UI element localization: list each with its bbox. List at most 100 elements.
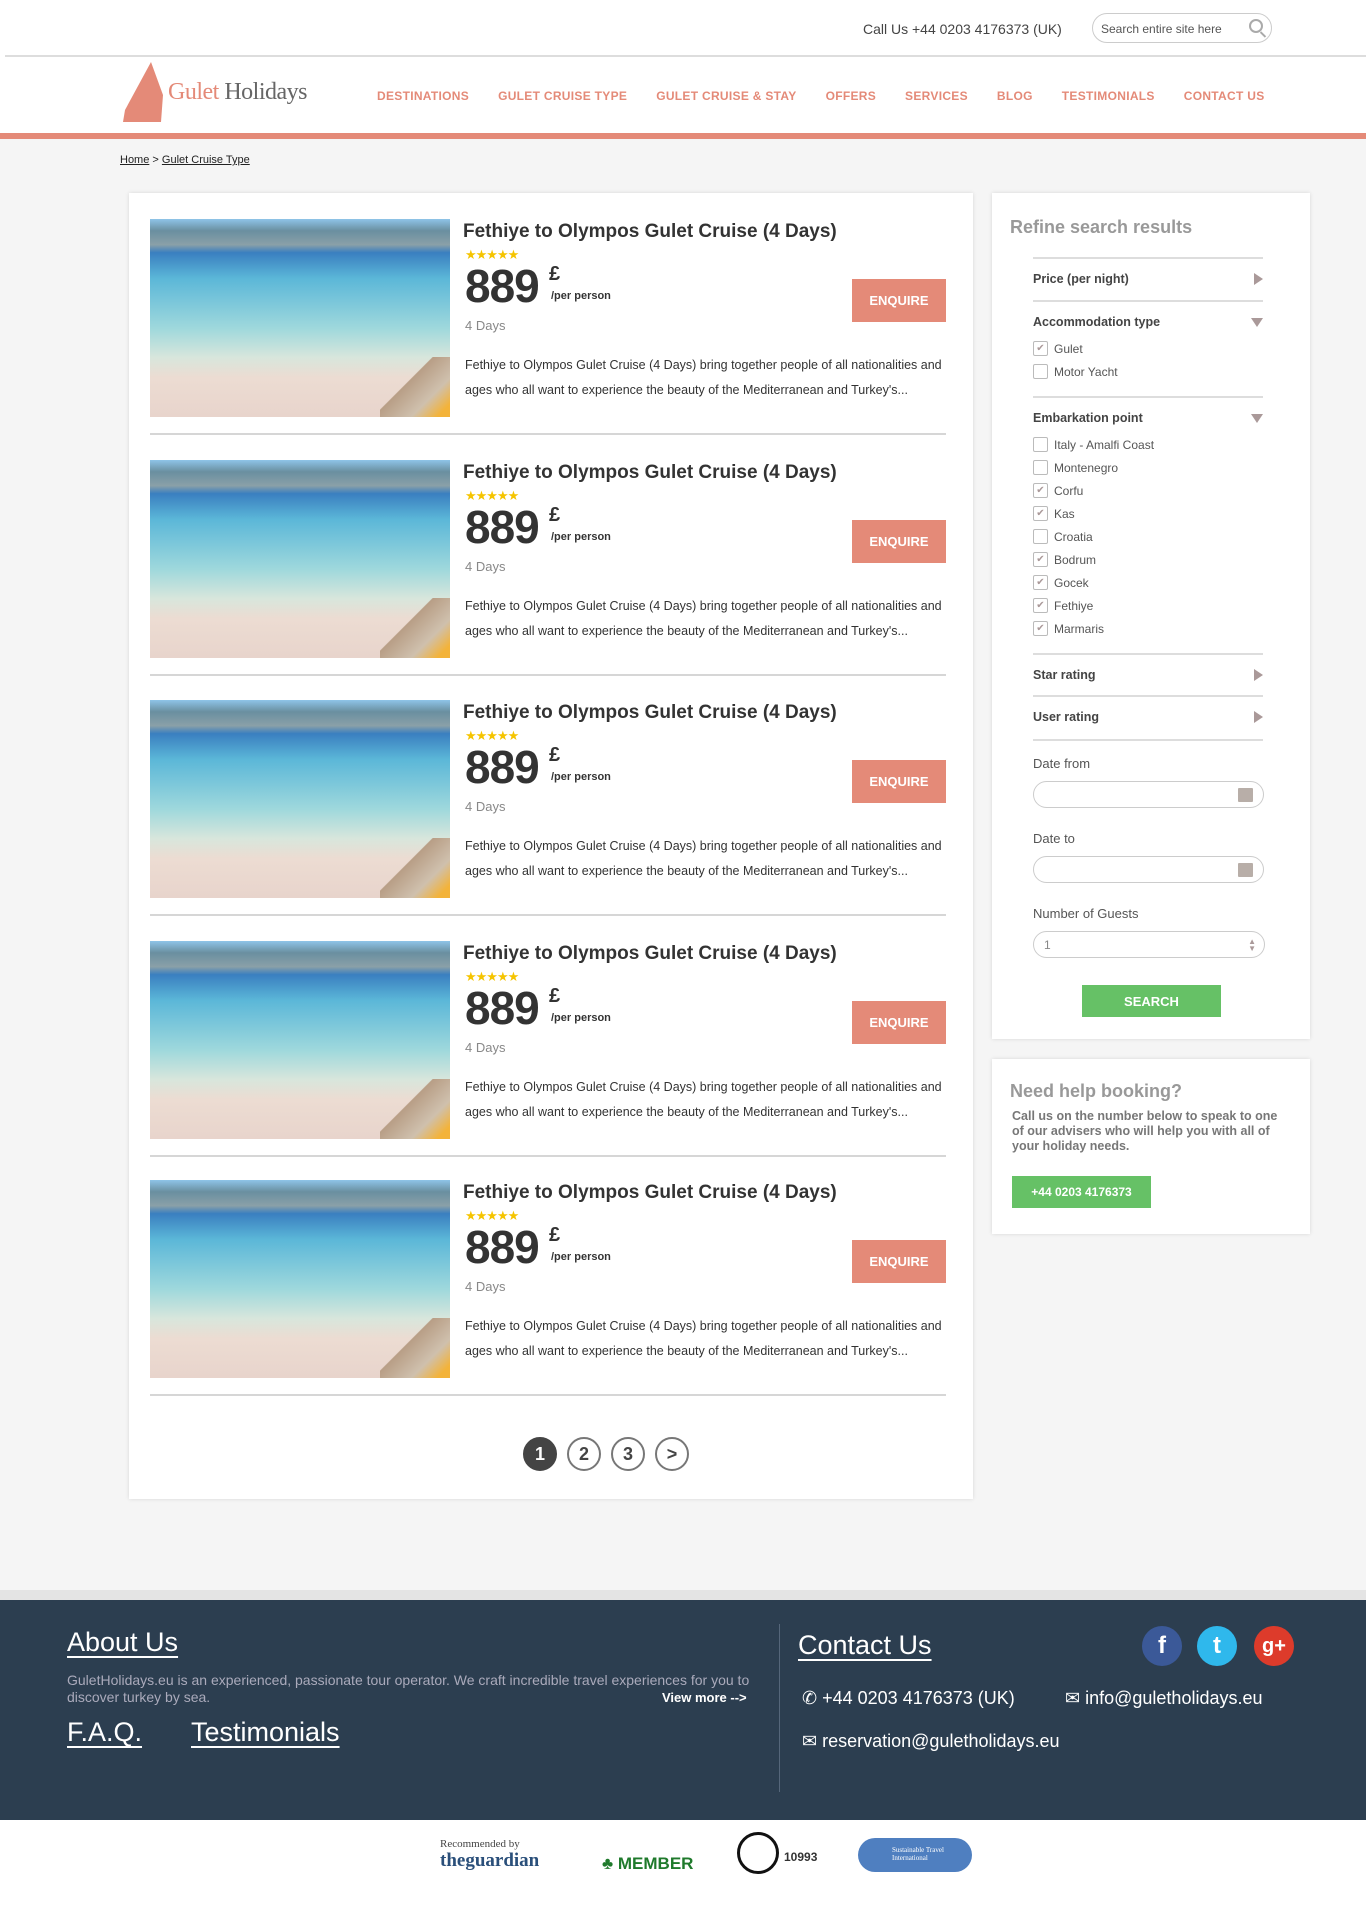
expand-arrow-icon[interactable]: [1254, 711, 1263, 723]
testimonials-link[interactable]: Testimonials: [191, 1717, 340, 1748]
listing-title[interactable]: Fethiye to Olympos Gulet Cruise (4 Days): [463, 702, 837, 724]
date-to-input[interactable]: [1033, 856, 1264, 883]
checkmark-icon[interactable]: ✔: [1033, 575, 1048, 590]
expand-arrow-icon[interactable]: [1254, 669, 1263, 681]
checkbox-empty[interactable]: [1033, 437, 1048, 452]
view-more-link[interactable]: View more -->: [662, 1690, 747, 1705]
checkbox-label: Bodrum: [1054, 552, 1097, 567]
filter-user-rating[interactable]: User rating: [1033, 695, 1263, 739]
checkmark-icon[interactable]: ✔: [1033, 341, 1048, 356]
main-nav: DESTINATIONS GULET CRUISE TYPE GULET CRU…: [377, 89, 1265, 103]
checkbox-montenegro[interactable]: Montenegro: [1033, 456, 1263, 479]
checkbox-fethiye[interactable]: ✔ Fethiye: [1033, 594, 1263, 617]
date-from-input[interactable]: [1033, 781, 1264, 808]
guests-stepper[interactable]: 1 ▲ ▼: [1033, 931, 1265, 958]
listing-item: Fethiye to Olympos Gulet Cruise (4 Days)…: [150, 193, 946, 435]
checkbox-bodrum[interactable]: ✔ Bodrum: [1033, 548, 1263, 571]
contact-us-heading[interactable]: Contact Us: [798, 1630, 932, 1661]
divider: [779, 1624, 780, 1792]
nav-blog[interactable]: BLOG: [997, 89, 1033, 103]
breadcrumb-home[interactable]: Home: [120, 154, 149, 166]
checkbox-italy-amalfi-coast[interactable]: Italy - Amalfi Coast: [1033, 433, 1263, 456]
site-search-input[interactable]: Search entire site here: [1092, 13, 1272, 43]
logo[interactable]: Gulet Holidays: [123, 62, 323, 122]
enquire-button[interactable]: ENQUIRE: [852, 1001, 946, 1044]
checkbox-corfu[interactable]: ✔ Corfu: [1033, 479, 1263, 502]
listing-description: Fethiye to Olympos Gulet Cruise (4 Days)…: [465, 839, 942, 878]
search-button[interactable]: SEARCH: [1082, 985, 1221, 1017]
filter-price-label: Price (per night): [1033, 272, 1129, 286]
checkmark-icon[interactable]: ✔: [1033, 483, 1048, 498]
enquire-button[interactable]: ENQUIRE: [852, 279, 946, 322]
nav-contact-us[interactable]: CONTACT US: [1184, 89, 1265, 103]
listing-title[interactable]: Fethiye to Olympos Gulet Cruise (4 Days): [463, 462, 837, 484]
checkbox-motor-yacht[interactable]: Motor Yacht: [1033, 360, 1263, 383]
spinner-arrows-icon[interactable]: ▲ ▼: [1248, 938, 1256, 953]
faq-link[interactable]: F.A.Q.: [67, 1717, 142, 1748]
help-booking-panel: Need help booking? Call us on the number…: [992, 1059, 1310, 1234]
checkmark-icon[interactable]: ✔: [1033, 552, 1048, 567]
checkbox-empty[interactable]: [1033, 364, 1048, 379]
footer-phone[interactable]: +44 0203 4176373 (UK): [822, 1688, 1015, 1708]
listing-title[interactable]: Fethiye to Olympos Gulet Cruise (4 Days): [463, 1182, 837, 1204]
listing-title[interactable]: Fethiye to Olympos Gulet Cruise (4 Days): [463, 221, 837, 243]
checkbox-gocek[interactable]: ✔ Gocek: [1033, 571, 1263, 594]
page-2[interactable]: 2: [567, 1437, 601, 1471]
page-3[interactable]: 3: [611, 1437, 645, 1471]
enquire-button[interactable]: ENQUIRE: [852, 520, 946, 563]
duration: 4 Days: [465, 559, 506, 574]
enquire-button[interactable]: ENQUIRE: [852, 1240, 946, 1283]
checkbox-croatia[interactable]: Croatia: [1033, 525, 1263, 548]
filter-price[interactable]: Price (per night): [1033, 257, 1263, 301]
collapse-arrow-icon[interactable]: [1251, 318, 1263, 327]
listing-image[interactable]: [150, 1180, 450, 1378]
guardian-top: Recommended by: [440, 1838, 520, 1850]
listing-image[interactable]: [150, 941, 450, 1139]
ecotourism-logo: ♣ MEMBER: [602, 1854, 694, 1873]
page-1[interactable]: 1: [523, 1437, 557, 1471]
mail-icon: ✉: [802, 1731, 818, 1751]
search-icon[interactable]: [1249, 19, 1263, 33]
checkbox-marmaris[interactable]: ✔ Marmaris: [1033, 617, 1263, 640]
listing-item: Fethiye to Olympos Gulet Cruise (4 Days)…: [150, 674, 946, 916]
enquire-button[interactable]: ENQUIRE: [852, 760, 946, 803]
nav-gulet-cruise-type[interactable]: GULET CRUISE TYPE: [498, 89, 627, 103]
checkbox-empty[interactable]: [1033, 529, 1048, 544]
nav-testimonials[interactable]: TESTIMONIALS: [1062, 89, 1155, 103]
breadcrumb-current[interactable]: Gulet Cruise Type: [162, 154, 250, 166]
checkbox-gulet[interactable]: ✔ Gulet: [1033, 337, 1263, 360]
about-us-link[interactable]: About Us: [67, 1627, 178, 1658]
sail-icon: [123, 62, 163, 122]
phone-button[interactable]: +44 0203 4176373: [1012, 1176, 1151, 1208]
footer-email-reservation[interactable]: reservation@guletholidays.eu: [822, 1731, 1059, 1751]
checkbox-label: Gulet: [1054, 341, 1083, 356]
google-plus-icon[interactable]: g+: [1254, 1626, 1294, 1666]
listing-image[interactable]: [150, 700, 450, 898]
pagination: 1 2 3 >: [129, 1437, 973, 1471]
calendar-icon[interactable]: [1238, 788, 1253, 802]
calendar-icon[interactable]: [1238, 863, 1253, 877]
checkbox-kas[interactable]: ✔ Kas: [1033, 502, 1263, 525]
listing-image[interactable]: [150, 460, 450, 658]
footer-email-info[interactable]: info@guletholidays.eu: [1085, 1688, 1262, 1708]
nav-offers[interactable]: OFFERS: [826, 89, 876, 103]
listing-price: 889: [465, 741, 540, 793]
filter-user-label: User rating: [1033, 710, 1099, 724]
guardian-logo: Recommended by theguardian: [440, 1838, 539, 1872]
nav-gulet-cruise-stay[interactable]: GULET CRUISE & STAY: [656, 89, 796, 103]
filter-star-rating[interactable]: Star rating: [1033, 653, 1263, 697]
checkmark-icon[interactable]: ✔: [1033, 621, 1048, 636]
facebook-icon[interactable]: f: [1142, 1626, 1182, 1666]
divider: [1033, 739, 1263, 741]
nav-destinations[interactable]: DESTINATIONS: [377, 89, 469, 103]
next-page[interactable]: >: [655, 1437, 689, 1471]
checkbox-empty[interactable]: [1033, 460, 1048, 475]
nav-services[interactable]: SERVICES: [905, 89, 968, 103]
listing-image[interactable]: [150, 219, 450, 417]
collapse-arrow-icon[interactable]: [1251, 414, 1263, 423]
twitter-icon[interactable]: t: [1197, 1626, 1237, 1666]
listing-title[interactable]: Fethiye to Olympos Gulet Cruise (4 Days): [463, 943, 837, 965]
checkmark-icon[interactable]: ✔: [1033, 598, 1048, 613]
expand-arrow-icon[interactable]: [1254, 273, 1263, 285]
checkmark-icon[interactable]: ✔: [1033, 506, 1048, 521]
